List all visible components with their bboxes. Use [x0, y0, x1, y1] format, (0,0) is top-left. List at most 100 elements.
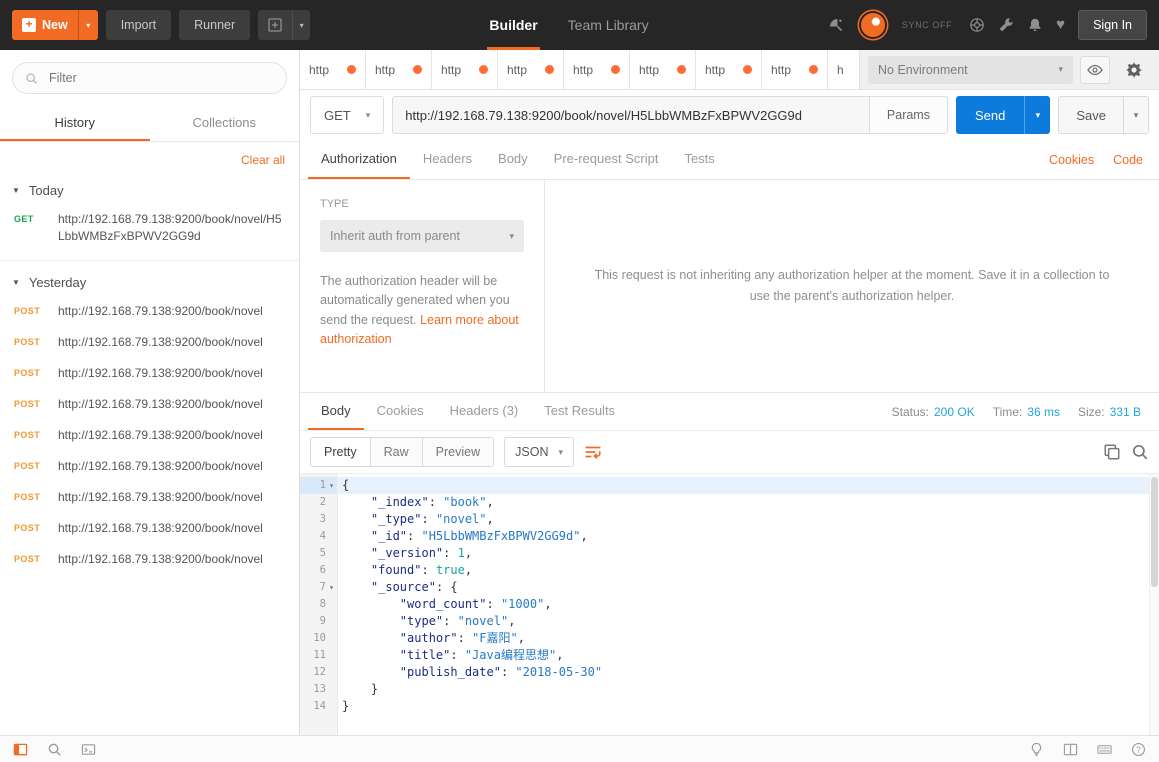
history-item[interactable]: POSThttp://192.168.79.138:9200/book/nove… [0, 484, 299, 515]
keyboard-shortcuts-icon[interactable] [1097, 742, 1112, 757]
satellite-icon[interactable] [828, 17, 844, 33]
new-window-caret[interactable]: ▾ [292, 10, 310, 40]
global-search-icon[interactable] [47, 742, 62, 757]
postman-logo[interactable] [861, 13, 885, 37]
history-item[interactable]: POSThttp://192.168.79.138:9200/book/nove… [0, 360, 299, 391]
status-bar: ? [0, 735, 1159, 762]
tab-team-library[interactable]: Team Library [566, 0, 651, 50]
runner-button[interactable]: Runner [179, 10, 250, 40]
params-button[interactable]: Params [869, 97, 947, 133]
code-line: 6 "found": true, [300, 562, 1159, 579]
cookies-link[interactable]: Cookies [1049, 153, 1094, 167]
request-tab-tests[interactable]: Tests [671, 140, 727, 179]
history-item[interactable]: POSThttp://192.168.79.138:9200/book/nove… [0, 391, 299, 422]
format-select-value: JSON [515, 445, 548, 459]
lightbulb-icon[interactable] [1029, 742, 1044, 757]
new-window-button[interactable] [258, 10, 292, 40]
send-dropdown-caret[interactable]: ▾ [1024, 96, 1050, 134]
method-select[interactable]: GET ▾ [310, 96, 384, 134]
request-tab[interactable]: http [696, 50, 762, 89]
response-tab-headers-3[interactable]: Headers (3) [437, 393, 532, 430]
code-line: 1▾{ [300, 477, 1159, 494]
help-icon[interactable]: ? [1131, 742, 1146, 757]
history-item[interactable]: GEThttp://192.168.79.138:9200/book/novel… [0, 206, 299, 254]
request-tab[interactable]: http [432, 50, 498, 89]
response-tab-cookies[interactable]: Cookies [364, 393, 437, 430]
response-tab-test-results[interactable]: Test Results [531, 393, 628, 430]
filter-input[interactable] [12, 62, 287, 94]
line-number: 9 [300, 613, 337, 630]
sidebar-toggle-icon[interactable] [13, 742, 28, 757]
import-button[interactable]: Import [106, 10, 171, 40]
request-tab-label: h [837, 63, 844, 77]
tab-builder[interactable]: Builder [487, 0, 539, 50]
request-tab-label: http [441, 63, 461, 77]
support-icon[interactable] [969, 17, 985, 33]
history-item[interactable]: POSThttp://192.168.79.138:9200/book/nove… [0, 515, 299, 546]
view-mode-pretty[interactable]: Pretty [311, 438, 371, 466]
console-icon[interactable] [81, 742, 96, 757]
request-tab-pre-request-script[interactable]: Pre-request Script [541, 140, 672, 179]
search-response-icon[interactable] [1131, 443, 1149, 461]
view-mode-raw[interactable]: Raw [371, 438, 423, 466]
history-group-header[interactable]: ▼Yesterday [0, 260, 299, 298]
line-number: 1▾ [300, 477, 337, 494]
authorization-panel: TYPE Inherit auth from parent ▾ The auth… [300, 180, 1159, 392]
tab-collections[interactable]: Collections [150, 104, 300, 141]
code-line: 7▾ "_source": { [300, 579, 1159, 596]
environment-preview-button[interactable] [1080, 56, 1110, 84]
code-link[interactable]: Code [1113, 153, 1143, 167]
view-mode-preview[interactable]: Preview [423, 438, 493, 466]
send-button[interactable]: Send [956, 96, 1024, 134]
wrap-lines-icon[interactable] [584, 443, 602, 461]
tab-history[interactable]: History [0, 104, 150, 141]
history-item[interactable]: POSThttp://192.168.79.138:9200/book/nove… [0, 453, 299, 484]
request-tab[interactable]: http [564, 50, 630, 89]
clear-all-link[interactable]: Clear all [241, 153, 285, 167]
format-select[interactable]: JSON ▾ [504, 437, 574, 467]
new-window-button-group: ▾ [258, 10, 310, 40]
auth-type-select[interactable]: Inherit auth from parent ▾ [320, 220, 524, 252]
request-tab-label: http [573, 63, 593, 77]
environment-select[interactable]: No Environment ▾ [868, 56, 1073, 84]
fold-icon[interactable]: ▾ [326, 477, 337, 494]
bell-icon[interactable] [1027, 17, 1043, 33]
two-pane-layout-icon[interactable] [1063, 742, 1078, 757]
sign-in-button[interactable]: Sign In [1078, 10, 1147, 40]
code-text: "type": "novel", [337, 613, 1159, 630]
scrollbar-thumb[interactable] [1151, 477, 1158, 587]
history-item[interactable]: POSThttp://192.168.79.138:9200/book/nove… [0, 422, 299, 453]
postman-app: + New ▾ Import Runner ▾ Builder Team Lib… [0, 0, 1159, 762]
history-item[interactable]: POSThttp://192.168.79.138:9200/book/nove… [0, 298, 299, 329]
save-dropdown-caret[interactable]: ▾ [1123, 97, 1148, 133]
new-dropdown-caret[interactable]: ▾ [78, 10, 98, 40]
code-line: 11 "title": "Java编程思想", [300, 647, 1159, 664]
wrench-icon[interactable] [998, 17, 1014, 33]
url-input[interactable] [393, 97, 869, 133]
history-group-header[interactable]: ▼Today [0, 171, 299, 206]
response-tab-body[interactable]: Body [308, 393, 364, 430]
history-item[interactable]: POSThttp://192.168.79.138:9200/book/nove… [0, 329, 299, 360]
heart-icon[interactable]: ♥ [1056, 17, 1065, 33]
settings-button[interactable] [1117, 56, 1151, 84]
response-body-editor: 1▾{2 "_index": "book",3 "_type": "novel"… [300, 473, 1159, 735]
request-tab[interactable]: http [300, 50, 366, 89]
save-button[interactable]: Save [1059, 97, 1123, 133]
request-tab-headers[interactable]: Headers [410, 140, 485, 179]
request-tab[interactable]: http [498, 50, 564, 89]
history-item-url: http://192.168.79.138:9200/book/novel [58, 520, 263, 537]
copy-icon[interactable] [1103, 443, 1121, 461]
history-item-url: http://192.168.79.138:9200/book/novel [58, 489, 263, 506]
request-tab[interactable]: h [828, 50, 859, 89]
request-tab-authorization[interactable]: Authorization [308, 140, 410, 179]
request-tab[interactable]: http [630, 50, 696, 89]
editor-scrollbar[interactable] [1149, 474, 1159, 735]
fold-icon[interactable]: ▾ [326, 579, 337, 596]
request-tab[interactable]: http [762, 50, 828, 89]
request-tab[interactable]: http [366, 50, 432, 89]
history-item[interactable]: POSThttp://192.168.79.138:9200/book/nove… [0, 546, 299, 577]
request-tab-body[interactable]: Body [485, 140, 541, 179]
line-number: 2 [300, 494, 337, 511]
history-item-url: http://192.168.79.138:9200/book/novel [58, 334, 263, 351]
new-button[interactable]: + New [12, 10, 78, 40]
